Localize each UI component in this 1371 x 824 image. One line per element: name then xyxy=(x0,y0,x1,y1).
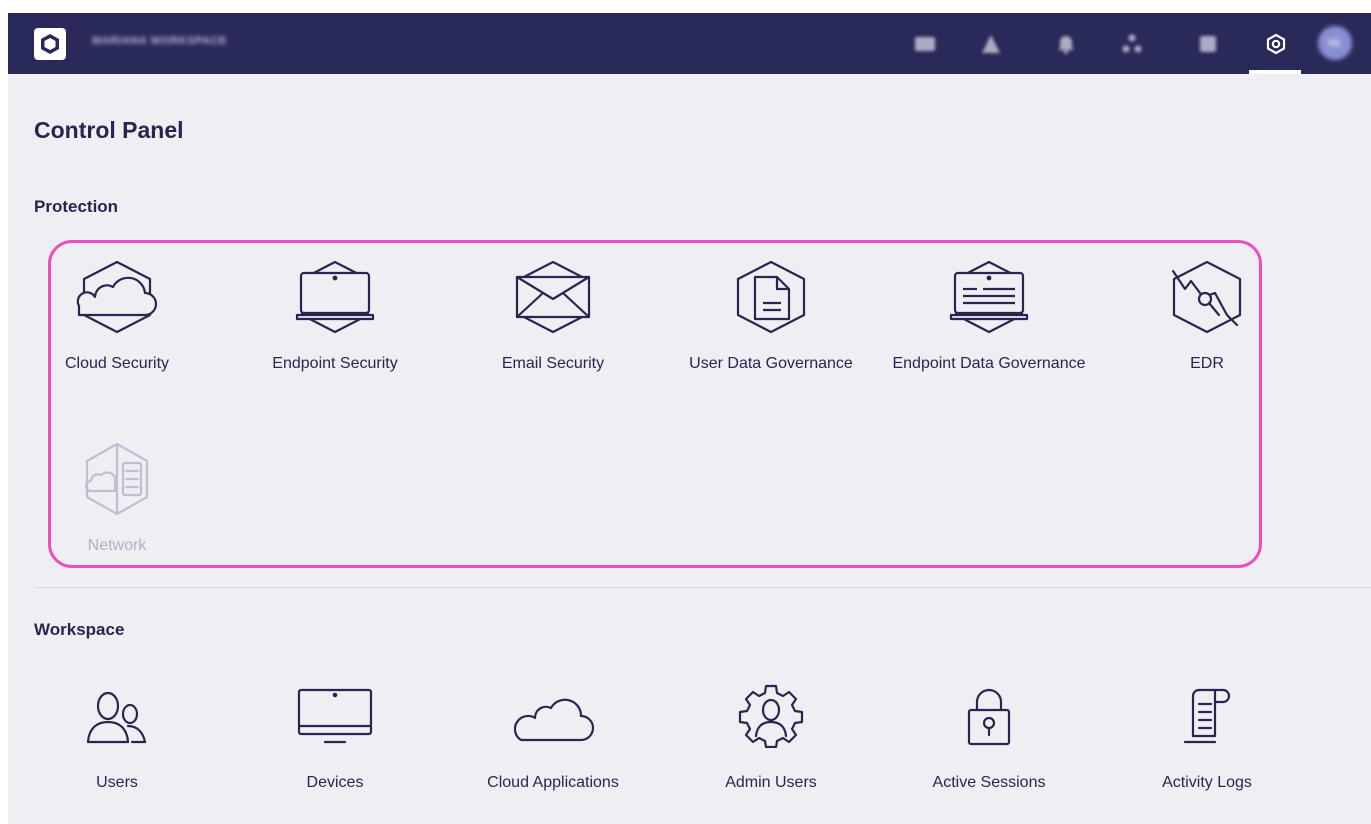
hexagon-logo-icon xyxy=(41,34,59,54)
monitor-icon xyxy=(297,688,373,744)
endpoint-data-governance-label: Endpoint Data Governance xyxy=(892,355,1086,372)
alert-icon[interactable] xyxy=(978,31,1004,57)
email-security-label: Email Security xyxy=(501,355,605,372)
monitor-data-shield-icon xyxy=(949,260,1029,334)
activity-logs-label: Activity Logs xyxy=(1162,774,1252,791)
edr-shield-icon xyxy=(1171,260,1242,334)
cloud-security-tile[interactable]: Cloud Security xyxy=(17,259,217,373)
network-tile[interactable]: Network xyxy=(17,441,217,555)
network-icon[interactable] xyxy=(1119,31,1145,57)
devices-label: Devices xyxy=(306,774,364,791)
avatar[interactable]: ML xyxy=(1318,26,1352,60)
devices-tile[interactable]: Devices xyxy=(235,684,435,792)
edr-label: EDR xyxy=(1190,355,1224,372)
document-shield-icon xyxy=(736,260,806,334)
cloud-shield-icon xyxy=(76,260,158,334)
reports-icon[interactable] xyxy=(1195,31,1221,57)
top-navigation-bar: MARIANA WORKSPACE ML xyxy=(8,13,1371,74)
cloud-applications-tile[interactable]: Cloud Applications xyxy=(453,684,653,792)
envelope-shield-icon xyxy=(515,260,591,334)
active-sessions-label: Active Sessions xyxy=(932,774,1046,791)
notification-icon[interactable] xyxy=(1053,31,1079,57)
cloud-icon xyxy=(513,698,595,742)
user-data-governance-tile[interactable]: User Data Governance xyxy=(671,259,871,373)
workspace-section-title: Workspace xyxy=(34,620,125,639)
settings-icon[interactable] xyxy=(1263,31,1289,57)
page-title: Control Panel xyxy=(34,117,184,143)
users-icon xyxy=(86,691,147,744)
workspace-name: MARIANA WORKSPACE xyxy=(92,35,227,47)
endpoint-security-label: Endpoint Security xyxy=(272,355,398,372)
users-tile[interactable]: Users xyxy=(17,684,217,792)
section-divider xyxy=(34,587,1371,588)
admin-users-label: Admin Users xyxy=(725,774,817,791)
user-data-governance-label: User Data Governance xyxy=(689,355,853,372)
admin-users-tile[interactable]: Admin Users xyxy=(671,684,871,792)
app-frame: MARIANA WORKSPACE ML Control Panel Prote… xyxy=(8,13,1371,824)
padlock-icon xyxy=(967,688,1011,746)
log-scroll-icon xyxy=(1183,688,1231,744)
admin-gear-user-icon xyxy=(738,684,804,748)
edr-tile[interactable]: EDR xyxy=(1107,259,1307,373)
protection-section-title: Protection xyxy=(34,197,119,216)
active-sessions-tile[interactable]: Active Sessions xyxy=(889,684,1089,792)
dashboard-icon[interactable] xyxy=(912,31,938,57)
laptop-shield-icon xyxy=(295,260,375,334)
endpoint-security-tile[interactable]: Endpoint Security xyxy=(235,259,435,373)
cloud-applications-label: Cloud Applications xyxy=(487,774,619,791)
endpoint-data-governance-tile[interactable]: Endpoint Data Governance xyxy=(889,259,1089,373)
email-security-tile[interactable]: Email Security xyxy=(453,259,653,373)
activity-logs-tile[interactable]: Activity Logs xyxy=(1107,684,1307,792)
network-label: Network xyxy=(87,537,147,554)
cloud-security-label: Cloud Security xyxy=(64,355,170,372)
active-tab-indicator xyxy=(1249,70,1301,74)
logo[interactable] xyxy=(34,28,66,60)
network-cloud-server-icon xyxy=(84,442,149,516)
users-label: Users xyxy=(96,774,138,791)
